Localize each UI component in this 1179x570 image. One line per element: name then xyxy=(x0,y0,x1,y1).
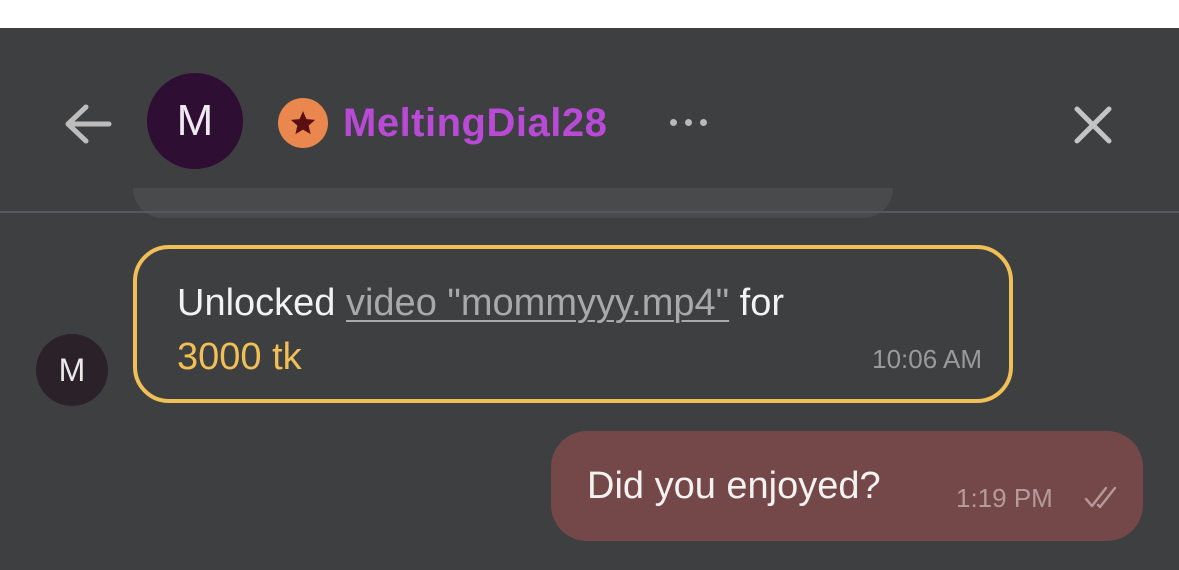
close-icon xyxy=(1074,106,1112,144)
chat-header: M MeltingDial28 xyxy=(0,28,1179,212)
previous-message-edge xyxy=(133,188,893,218)
sender-avatar[interactable]: M xyxy=(36,334,108,406)
outgoing-message-bubble: Did you enjoyed? 1:19 PM xyxy=(551,431,1143,541)
more-dot-icon xyxy=(684,118,692,126)
header-divider xyxy=(0,211,1179,213)
sender-avatar-letter: M xyxy=(58,351,86,388)
unlock-prefix: Unlocked xyxy=(177,282,346,324)
chat-screen: M MeltingDial28 M Unlocked video "mommyy… xyxy=(0,28,1179,570)
vip-badge xyxy=(278,98,328,148)
header-avatar[interactable]: M xyxy=(147,73,243,169)
more-dot-icon xyxy=(669,118,677,126)
back-button[interactable] xyxy=(58,98,118,150)
unlocked-file-link[interactable]: video "mommyyy.mp4" xyxy=(346,282,729,324)
more-options-button[interactable] xyxy=(660,106,716,138)
more-dot-icon xyxy=(699,118,707,126)
username[interactable]: MeltingDial28 xyxy=(343,94,607,152)
unlock-message-bubble: Unlocked video "mommyyy.mp4" for 3000 tk… xyxy=(133,245,1013,403)
star-icon xyxy=(290,111,316,135)
unlock-message-text: Unlocked video "mommyyy.mp4" for xyxy=(177,282,784,325)
outgoing-message-text: Did you enjoyed? xyxy=(587,465,881,507)
header-avatar-letter: M xyxy=(176,96,214,145)
unlock-suffix: for xyxy=(729,282,785,324)
message-timestamp: 10:06 AM xyxy=(872,344,982,374)
unlock-price: 3000 tk xyxy=(177,336,302,378)
message-timestamp: 1:19 PM xyxy=(956,483,1053,513)
double-check-icon xyxy=(1084,486,1117,509)
close-button[interactable] xyxy=(1066,100,1120,150)
arrow-left-icon xyxy=(65,104,112,144)
